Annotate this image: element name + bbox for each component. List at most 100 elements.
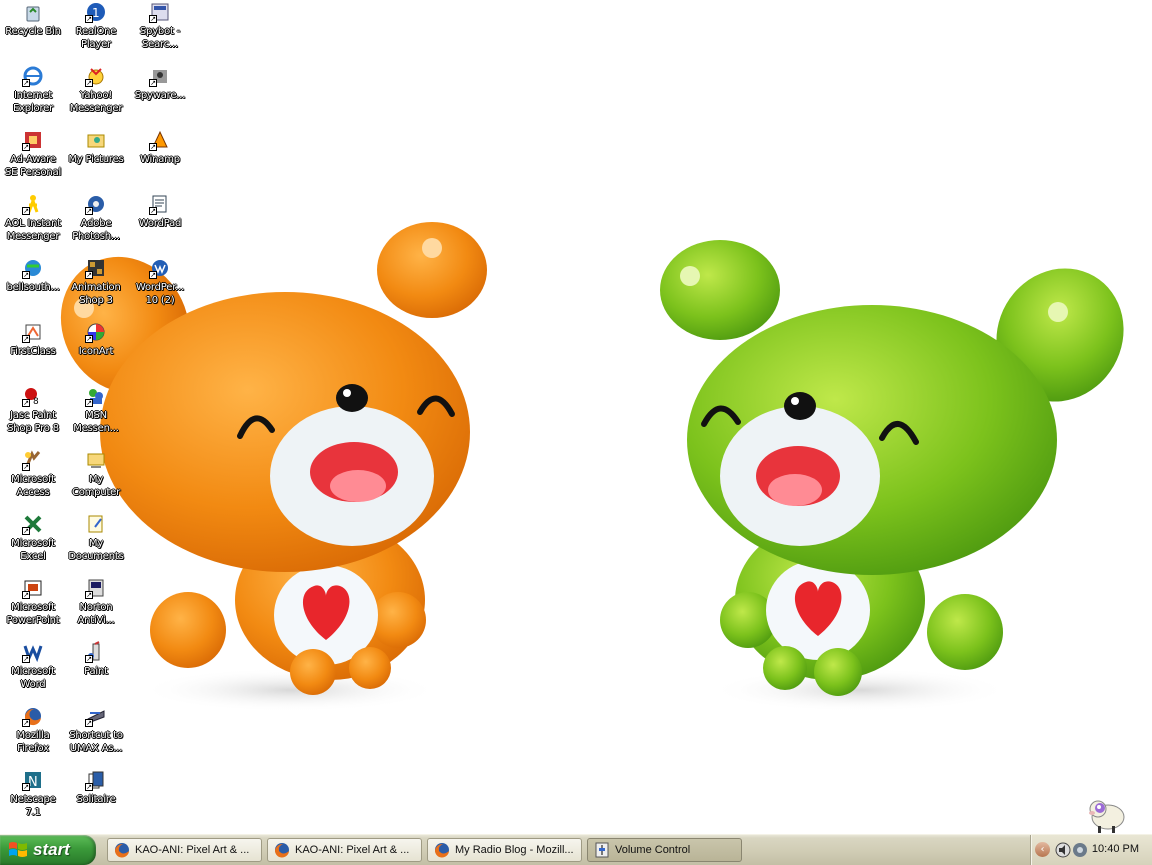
my-pictures-icon <box>85 129 107 151</box>
firefox-icon <box>274 843 289 858</box>
desktop[interactable]: Recycle Bin 1 ↗ RealOne Player ↗ Spybot - Sea… <box>0 0 1152 834</box>
desktop-icon-mozilla-firefox[interactable]: ↗ Mozilla Firefox <box>0 704 66 768</box>
shortcut-arrow-icon: ↗ <box>149 15 157 23</box>
shortcut-arrow-icon: ↗ <box>22 655 30 663</box>
shortcut-arrow-icon: ↗ <box>149 143 157 151</box>
shortcut-arrow-icon: ↗ <box>85 783 93 791</box>
my-computer-icon <box>85 449 107 471</box>
shortcut-arrow-icon: ↗ <box>22 207 30 215</box>
shortcut-arrow-icon: ↗ <box>22 399 30 407</box>
clock[interactable]: 10:40 PM <box>1092 843 1139 855</box>
shortcut-arrow-icon: ↗ <box>22 335 30 343</box>
sheep-mascot-icon[interactable] <box>1084 793 1128 834</box>
desktop-icon-label: FirstClass <box>10 346 56 357</box>
desktop-icon-label: AOL Instant Messenger <box>5 218 61 242</box>
desktop-icon-label: Recycle Bin <box>5 26 61 37</box>
paint-shop-pro-icon: 8 ↗ <box>22 385 44 407</box>
desktop-icon-firstclass[interactable]: ↗ FirstClass <box>0 320 66 384</box>
microsoft-word-icon: ↗ <box>22 641 44 663</box>
desktop-icon-msn-messenger[interactable]: ↗ MSN Messen... <box>63 384 129 448</box>
desktop-icon-adobe-photoshop[interactable]: ↗ Adobe Photosh... <box>63 192 129 256</box>
desktop-icon-norton-antivirus[interactable]: ↗ Norton AntiVi... <box>63 576 129 640</box>
desktop-icon-yahoo-messenger[interactable]: ↗ Yahoo! Messenger <box>63 64 129 128</box>
desktop-icon-ad-aware[interactable]: ↗ Ad-Aware SE Personal <box>0 128 66 192</box>
taskbar-button[interactable]: Volume Control <box>587 838 742 862</box>
desktop-icon-aol-instant-messenger[interactable]: ↗ AOL Instant Messenger <box>0 192 66 256</box>
desktop-icon-umax-shortcut[interactable]: ↗ Shortcut to UMAX As... <box>63 704 129 768</box>
desktop-icon-microsoft-word[interactable]: ↗ Microsoft Word <box>0 640 66 704</box>
green-bear <box>660 240 1124 712</box>
desktop-icon-label: WordPad <box>138 218 182 229</box>
desktop-icon-label: Jasc Paint Shop Pro 8 <box>7 410 59 434</box>
shortcut-arrow-icon: ↗ <box>85 399 93 407</box>
animation-shop-icon: ↗ <box>85 257 107 279</box>
netscape-icon: N ↗ <box>22 769 44 791</box>
desktop-icon-label: Mozilla Firefox <box>16 730 50 754</box>
desktop-icon-label: Microsoft Word <box>11 666 55 690</box>
taskbar-button-label: Volume Control <box>615 844 691 856</box>
desktop-icon-realone-player[interactable]: 1 ↗ RealOne Player <box>63 0 129 64</box>
system-tray: ‹ 10:40 PM <box>1030 835 1152 865</box>
volume-icon[interactable] <box>1055 842 1071 858</box>
desktop-icon-label: Solitaire <box>76 794 116 805</box>
desktop-icon-label: Norton AntiVi... <box>77 602 115 626</box>
desktop-icon-label: Ad-Aware SE Personal <box>4 154 62 178</box>
desktop-icon-my-pictures[interactable]: My Pictures <box>63 128 129 192</box>
taskbar-button[interactable]: My Radio Blog - Mozill... <box>427 838 582 862</box>
spyware-icon: ↗ <box>149 65 171 87</box>
desktop-icon-bellsouth[interactable]: ↗ bellsouth... <box>0 256 66 320</box>
shortcut-arrow-icon: ↗ <box>22 79 30 87</box>
desktop-icon-internet-explorer[interactable]: ↗ Internet Explorer <box>0 64 66 128</box>
taskbar-button-label: KAO-ANI: Pixel Art & ... <box>295 844 410 856</box>
my-documents-icon <box>85 513 107 535</box>
yahoo-messenger-icon: ↗ <box>85 65 107 87</box>
desktop-icon-microsoft-access[interactable]: ↗ Microsoft Access <box>0 448 66 512</box>
taskbar: start KAO-ANI: Pixel Art & ... KAO-ANI: P… <box>0 834 1152 865</box>
desktop-icon-my-documents[interactable]: My Documents <box>63 512 129 576</box>
desktop-icon-wordperfect[interactable]: ↗ WordPer... 10 (2) <box>127 256 193 320</box>
desktop-icon-my-computer[interactable]: My Computer <box>63 448 129 512</box>
shortcut-arrow-icon: ↗ <box>22 271 30 279</box>
desktop-icon-recycle-bin[interactable]: Recycle Bin <box>0 0 66 64</box>
desktop-icon-solitaire[interactable]: ↗ Solitaire <box>63 768 129 832</box>
desktop-icon-label: Internet Explorer <box>12 90 54 114</box>
taskbar-button-label: My Radio Blog - Mozill... <box>455 844 574 856</box>
desktop-icon-spybot[interactable]: ↗ Spybot - Searc... <box>127 0 193 64</box>
desktop-icon-label: RealOne Player <box>75 26 117 50</box>
microsoft-access-icon: ↗ <box>22 449 44 471</box>
desktop-icon-iconart[interactable]: ↗ IconArt <box>63 320 129 384</box>
desktop-icon-netscape[interactable]: N ↗ Netscape 7.1 <box>0 768 66 832</box>
desktop-icon-label: Netscape 7.1 <box>10 794 56 818</box>
start-button[interactable]: start <box>0 835 96 865</box>
msn-messenger-icon: ↗ <box>85 385 107 407</box>
desktop-icon-label: WordPer... 10 (2) <box>135 282 185 306</box>
network-icon[interactable] <box>1072 842 1088 858</box>
shortcut-arrow-icon: ↗ <box>22 719 30 727</box>
desktop-icon-microsoft-excel[interactable]: ↗ Microsoft Excel <box>0 512 66 576</box>
desktop-icon-label: Animation Shop 3 <box>71 282 121 306</box>
show-hidden-icons-arrow-icon[interactable]: ‹ <box>1035 842 1050 857</box>
desktop-icon-spyware[interactable]: ↗ Spyware... <box>127 64 193 128</box>
wordperfect-icon: ↗ <box>149 257 171 279</box>
desktop-icon-winamp[interactable]: ↗ Winamp <box>127 128 193 192</box>
norton-antivirus-icon: ↗ <box>85 577 107 599</box>
shortcut-arrow-icon: ↗ <box>85 655 93 663</box>
taskbar-button[interactable]: KAO-ANI: Pixel Art & ... <box>107 838 262 862</box>
shortcut-arrow-icon: ↗ <box>149 207 157 215</box>
desktop-icon-wordpad[interactable]: ↗ WordPad <box>127 192 193 256</box>
firefox-icon <box>434 843 449 858</box>
desktop-icon-paint[interactable]: ↗ Paint <box>63 640 129 704</box>
desktop-icon-animation-shop[interactable]: ↗ Animation Shop 3 <box>63 256 129 320</box>
shortcut-arrow-icon: ↗ <box>22 591 30 599</box>
desktop-icon-paint-shop-pro[interactable]: 8 ↗ Jasc Paint Shop Pro 8 <box>0 384 66 448</box>
ad-aware-icon: ↗ <box>22 129 44 151</box>
iconart-icon: ↗ <box>85 321 107 343</box>
taskbar-button[interactable]: KAO-ANI: Pixel Art & ... <box>267 838 422 862</box>
firstclass-icon: ↗ <box>22 321 44 343</box>
desktop-icon-microsoft-powerpoint[interactable]: ↗ Microsoft PowerPoint <box>0 576 66 640</box>
paint-icon: ↗ <box>85 641 107 663</box>
bellsouth-icon: ↗ <box>22 257 44 279</box>
svg-text:1: 1 <box>92 6 100 20</box>
firefox-icon <box>114 843 129 858</box>
desktop-icon-label: Adobe Photosh... <box>72 218 120 242</box>
